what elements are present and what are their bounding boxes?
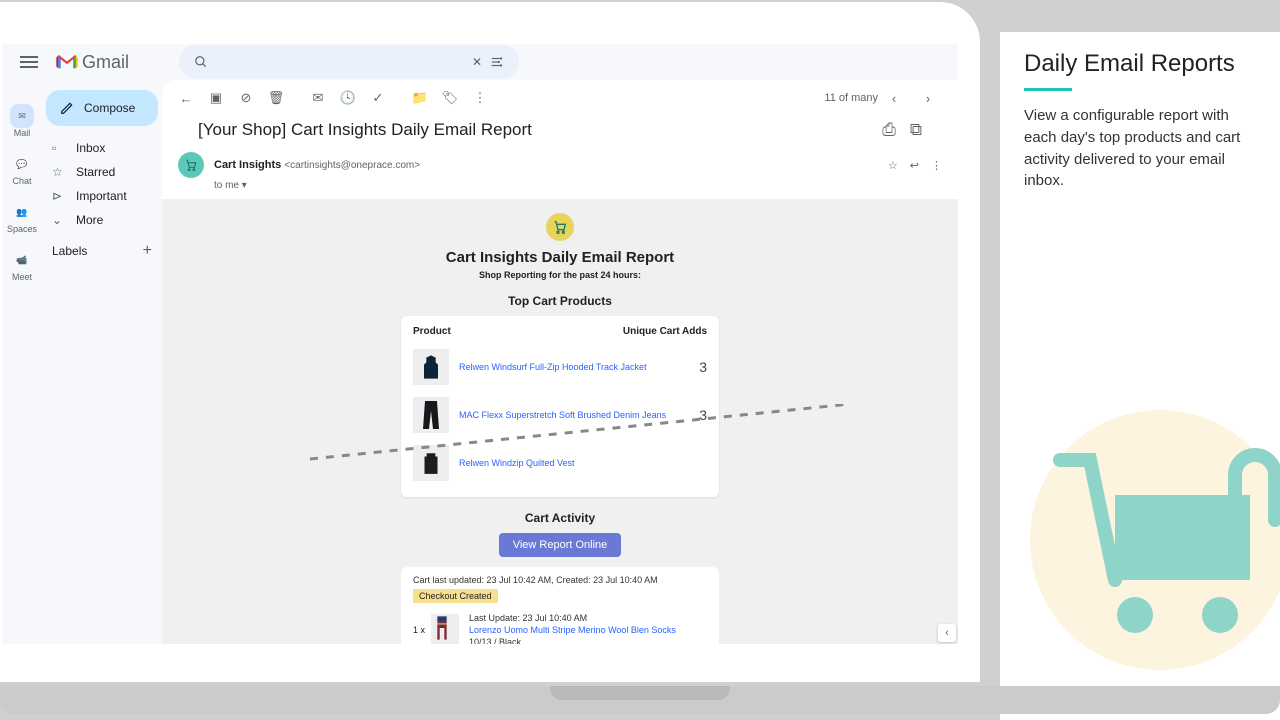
add-label-button[interactable]: + — [143, 242, 152, 260]
email-toolbar: ← ▣ ⊘ 🗑 ✉ 🕓 ✓ 📁 🏷 ⋮ 11 of many ‹ › — [162, 80, 958, 116]
back-button[interactable]: ← — [174, 86, 198, 110]
sidebar: Compose ▫Inbox ☆Starred ⊳Important ⌄More… — [42, 80, 162, 644]
cart-meta: Cart last updated: 23 Jul 10:42 AM, Crea… — [413, 575, 707, 585]
product-row: MAC Flexx Superstretch Soft Brushed Deni… — [413, 391, 707, 439]
gmail-topbar: Gmail ✕ — [2, 44, 958, 80]
product-link[interactable]: Relwen Windsurf Full-Zip Hooded Track Ja… — [459, 362, 699, 372]
star-button[interactable]: ☆ — [888, 159, 898, 172]
archive-button[interactable]: ▣ — [204, 86, 228, 110]
sender-email: <cartinsights@oneprace.com> — [284, 160, 420, 171]
gmail-logo-text: Gmail — [82, 52, 129, 73]
gmail-logo: Gmail — [56, 52, 129, 73]
cart-activity-card: Cart last updated: 23 Jul 10:42 AM, Crea… — [401, 567, 719, 644]
cart-item-qty: 1 x — [413, 625, 425, 635]
promo-title: Daily Email Reports — [1024, 50, 1256, 78]
report-title: Cart Insights Daily Email Report — [162, 249, 958, 266]
reply-button[interactable]: ↩ — [910, 159, 919, 172]
email-subject: [Your Shop] Cart Insights Daily Email Re… — [198, 120, 532, 139]
rail-chat[interactable]: 💬Chat — [10, 152, 34, 186]
status-badge: Checkout Created — [413, 589, 498, 603]
cart-item-link[interactable]: Lorenzo Uomo Multi Stripe Merino Wool Bl… — [469, 625, 676, 635]
clear-search-icon[interactable]: ✕ — [467, 52, 487, 72]
promo-panel: Daily Email Reports View a configurable … — [1000, 32, 1280, 720]
email-content: ← ▣ ⊘ 🗑 ✉ 🕓 ✓ 📁 🏷 ⋮ 11 of many ‹ › — [162, 80, 958, 644]
labels-button[interactable]: 🏷 — [438, 86, 462, 110]
col-adds: Unique Cart Adds — [623, 326, 707, 337]
pager-text: 11 of many — [824, 92, 878, 104]
snooze-button[interactable]: 🕓 — [336, 86, 360, 110]
move-button[interactable]: 📁 — [408, 86, 432, 110]
delete-button[interactable]: 🗑 — [264, 86, 288, 110]
spam-button[interactable]: ⊘ — [234, 86, 258, 110]
to-me[interactable]: to me ▾ — [198, 180, 958, 191]
top-products-heading: Top Cart Products — [162, 294, 958, 308]
product-count: 3 — [699, 359, 707, 375]
product-row: Relwen Windsurf Full-Zip Hooded Track Ja… — [413, 343, 707, 391]
search-bar[interactable]: ✕ — [179, 45, 519, 79]
message-more-button[interactable]: ⋮ — [931, 159, 942, 172]
labels-heading: Labels — [52, 244, 87, 258]
product-count: 3 — [699, 407, 707, 423]
rail-meet[interactable]: 📹Meet — [10, 248, 34, 282]
sender-row: Cart Insights <cartinsights@oneprace.com… — [162, 150, 958, 180]
cart-item-variant: 10/13 / Black — [469, 637, 676, 644]
sender-avatar — [178, 152, 204, 178]
rail-spaces[interactable]: 👥Spaces — [7, 200, 37, 234]
nav-more[interactable]: ⌄More — [42, 208, 162, 232]
device-base — [0, 686, 1280, 714]
cart-illustration-icon — [1020, 400, 1280, 680]
search-options-icon[interactable] — [487, 52, 507, 72]
mark-unread-button[interactable]: ✉ — [306, 86, 330, 110]
nav-important[interactable]: ⊳Important — [42, 184, 162, 208]
view-report-button[interactable]: View Report Online — [499, 533, 622, 557]
cart-activity-heading: Cart Activity — [162, 511, 958, 525]
popout-button[interactable]: ⧉ — [910, 120, 922, 140]
promo-rule — [1024, 88, 1072, 91]
rail-mail[interactable]: ✉Mail — [10, 104, 34, 138]
report-subtitle: Shop Reporting for the past 24 hours: — [162, 270, 958, 280]
sender-name: Cart Insights — [214, 159, 281, 171]
add-task-button[interactable]: ✓ — [366, 86, 390, 110]
gmail-m-icon — [56, 54, 78, 70]
search-input[interactable] — [219, 55, 459, 70]
app-rail: ✉Mail 💬Chat 👥Spaces 📹Meet — [2, 80, 42, 644]
gmail-window: Gmail ✕ ✉Mail 💬Chat 👥Spaces 📹Meet C — [2, 44, 958, 644]
collapse-caret-button[interactable]: ‹ — [938, 624, 956, 642]
product-link[interactable]: Relwen Windzip Quilted Vest — [459, 458, 707, 468]
more-actions-button[interactable]: ⋮ — [468, 86, 492, 110]
cart-item-update: Last Update: 23 Jul 10:40 AM — [469, 613, 676, 623]
print-button[interactable]: ⎙ — [882, 120, 896, 140]
prev-button[interactable]: ‹ — [882, 86, 906, 110]
pencil-icon — [60, 101, 74, 115]
nav-inbox[interactable]: ▫Inbox — [42, 136, 162, 160]
cart-item-thumb — [431, 614, 459, 644]
search-icon[interactable] — [191, 52, 211, 72]
hamburger-menu-icon[interactable] — [20, 61, 38, 63]
report-logo-icon — [546, 213, 574, 241]
device-notch — [550, 686, 730, 700]
product-thumb — [413, 349, 449, 385]
product-link[interactable]: MAC Flexx Superstretch Soft Brushed Deni… — [459, 410, 699, 420]
email-body: Cart Insights Daily Email Report Shop Re… — [162, 199, 958, 644]
product-row: Relwen Windzip Quilted Vest — [413, 439, 707, 487]
promo-text: View a configurable report with each day… — [1024, 105, 1256, 192]
product-thumb — [413, 445, 449, 481]
nav-starred[interactable]: ☆Starred — [42, 160, 162, 184]
compose-button[interactable]: Compose — [46, 90, 158, 126]
next-button[interactable]: › — [916, 86, 940, 110]
col-product: Product — [413, 326, 451, 337]
top-products-card: Product Unique Cart Adds Relwen Windsurf… — [401, 316, 719, 497]
product-thumb — [413, 397, 449, 433]
